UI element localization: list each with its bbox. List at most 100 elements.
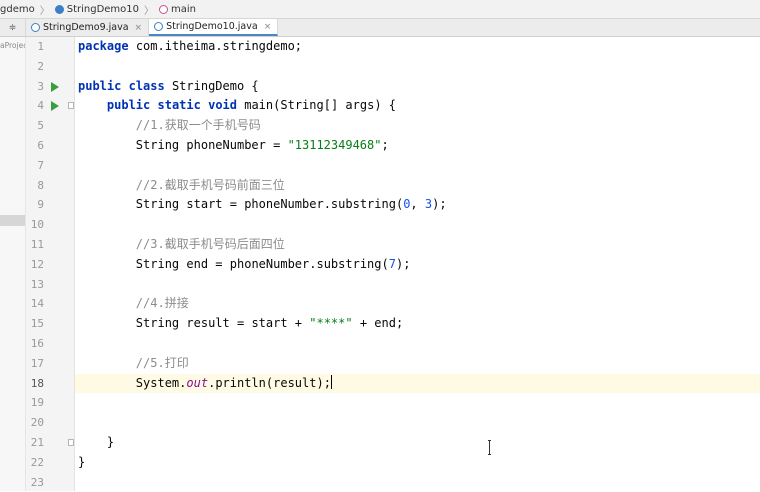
- code-line[interactable]: 21 }: [26, 433, 760, 453]
- code-text[interactable]: }: [75, 453, 760, 473]
- code-text[interactable]: //2.截取手机号码前面三位: [75, 176, 760, 196]
- code-text[interactable]: package com.itheima.stringdemo;: [75, 37, 760, 57]
- line-number: 18: [30, 376, 44, 390]
- line-number: 3: [37, 79, 44, 93]
- fold-icon[interactable]: [68, 102, 74, 110]
- line-number: 5: [37, 119, 44, 133]
- run-icon[interactable]: [51, 81, 59, 92]
- code-text[interactable]: String phoneNumber = "13112349468";: [75, 136, 760, 156]
- project-panel-label: aProjec: [0, 41, 25, 50]
- line-number: 7: [37, 158, 44, 172]
- editor-tab-bar: ≑ StringDemo9.java × StringDemo10.java ×: [0, 19, 760, 37]
- tab-label: StringDemo9.java: [43, 22, 129, 33]
- code-text[interactable]: //4.拼接: [75, 294, 760, 314]
- code-line[interactable]: 18 System.out.println(result);: [26, 373, 760, 394]
- code-text[interactable]: //5.打印: [75, 354, 760, 374]
- code-text[interactable]: String end = phoneNumber.substring(7);: [75, 255, 760, 275]
- tab-stringdemo10[interactable]: StringDemo10.java ×: [149, 19, 279, 36]
- line-number: 4: [37, 99, 44, 113]
- line-number: 12: [30, 257, 44, 271]
- code-line[interactable]: 17 //5.打印: [26, 354, 760, 374]
- code-text[interactable]: [75, 393, 760, 413]
- code-text[interactable]: [75, 215, 760, 235]
- close-icon[interactable]: ×: [264, 22, 272, 32]
- code-editor[interactable]: 1 package com.itheima.stringdemo; 2 3 public…: [26, 37, 760, 491]
- line-number: 22: [30, 455, 44, 469]
- code-text[interactable]: String result = start + "****" + end;: [75, 314, 760, 334]
- code-text[interactable]: [75, 334, 760, 354]
- line-number: 23: [30, 475, 44, 489]
- code-text[interactable]: [75, 156, 760, 176]
- breadcrumb-label: main: [171, 3, 196, 15]
- tab-stringdemo9[interactable]: StringDemo9.java ×: [26, 19, 150, 36]
- code-line[interactable]: 15 String result = start + "****" + end;: [26, 314, 760, 334]
- code-line[interactable]: 22}: [26, 453, 760, 473]
- java-file-icon: [154, 22, 164, 31]
- code-line[interactable]: 19: [26, 393, 760, 413]
- chevron-right-icon: 〉: [39, 5, 50, 17]
- code-line[interactable]: 4 public static void main(String[] args)…: [26, 96, 760, 116]
- breadcrumb-item-method[interactable]: main: [159, 4, 196, 15]
- line-number: 16: [30, 337, 44, 350]
- line-number: 20: [30, 416, 44, 430]
- breadcrumb-label: StringDemo10: [66, 3, 139, 15]
- line-number: 10: [30, 218, 44, 232]
- code-text[interactable]: [75, 275, 760, 295]
- code-line[interactable]: 8 //2.截取手机号码前面三位: [26, 176, 760, 196]
- chevron-right-icon: 〉: [144, 5, 154, 17]
- line-number: 13: [30, 277, 44, 291]
- settings-icon[interactable]: ≑: [0, 19, 26, 36]
- code-text[interactable]: System.out.println(result);: [75, 373, 760, 394]
- code-text[interactable]: //3.截取手机号码后面四位: [75, 235, 760, 255]
- line-number: 14: [30, 297, 44, 311]
- line-number: 1: [37, 40, 44, 53]
- run-icon[interactable]: [51, 101, 59, 112]
- code-line[interactable]: 12 String end = phoneNumber.substring(7)…: [26, 255, 760, 275]
- code-line[interactable]: 20: [26, 413, 760, 433]
- project-tree-selection: [0, 215, 25, 226]
- code-text[interactable]: [75, 473, 760, 492]
- text-cursor-icon: [488, 440, 491, 455]
- code-line[interactable]: 13: [26, 275, 760, 295]
- method-icon: [159, 4, 168, 14]
- code-line[interactable]: 16: [26, 334, 760, 354]
- line-number: 15: [30, 317, 44, 331]
- code-line[interactable]: 1 package com.itheima.stringdemo;: [26, 37, 760, 57]
- line-number: 6: [37, 139, 44, 152]
- class-icon: [54, 4, 64, 14]
- code-line[interactable]: 5 //1.获取一个手机号码: [26, 116, 760, 136]
- line-number: 11: [30, 238, 44, 251]
- code-text[interactable]: [75, 57, 760, 77]
- code-line[interactable]: 3 public class StringDemo {: [26, 77, 760, 97]
- line-number: 8: [37, 178, 44, 192]
- code-text[interactable]: String start = phoneNumber.substring(0, …: [75, 195, 760, 215]
- code-line[interactable]: 7: [26, 156, 760, 176]
- code-text[interactable]: }: [75, 433, 760, 453]
- code-text[interactable]: //1.获取一个手机号码: [75, 116, 760, 136]
- text-caret: [330, 374, 333, 389]
- code-line[interactable]: 2: [26, 57, 760, 77]
- line-number: 17: [30, 356, 44, 370]
- code-line[interactable]: 9 String start = phoneNumber.substring(0…: [26, 195, 760, 215]
- fold-icon[interactable]: [68, 439, 74, 446]
- line-number: 2: [37, 59, 44, 73]
- breadcrumb-label: gdemo: [0, 3, 35, 15]
- code-text[interactable]: [75, 413, 760, 433]
- tab-label: StringDemo10.java: [166, 21, 258, 32]
- code-line[interactable]: 6 String phoneNumber = "13112349468";: [26, 136, 760, 156]
- breadcrumb-item-class[interactable]: StringDemo10: [54, 3, 139, 15]
- line-number: 9: [37, 198, 44, 212]
- java-file-icon: [31, 23, 40, 32]
- breadcrumb: gdemo 〉 StringDemo10 〉 main: [0, 0, 760, 19]
- line-number: 19: [30, 396, 44, 410]
- line-number: 21: [30, 436, 44, 449]
- close-icon[interactable]: ×: [135, 23, 143, 33]
- code-line[interactable]: 10: [26, 215, 760, 235]
- code-line[interactable]: 14 //4.拼接: [26, 294, 760, 314]
- code-line[interactable]: 23: [26, 473, 760, 492]
- project-panel-strip[interactable]: aProjec: [0, 37, 26, 491]
- breadcrumb-item-package[interactable]: gdemo: [0, 4, 35, 15]
- code-line[interactable]: 11 //3.截取手机号码后面四位: [26, 235, 760, 255]
- code-text[interactable]: public static void main(String[] args) {: [75, 96, 760, 116]
- code-text[interactable]: public class StringDemo {: [75, 77, 760, 97]
